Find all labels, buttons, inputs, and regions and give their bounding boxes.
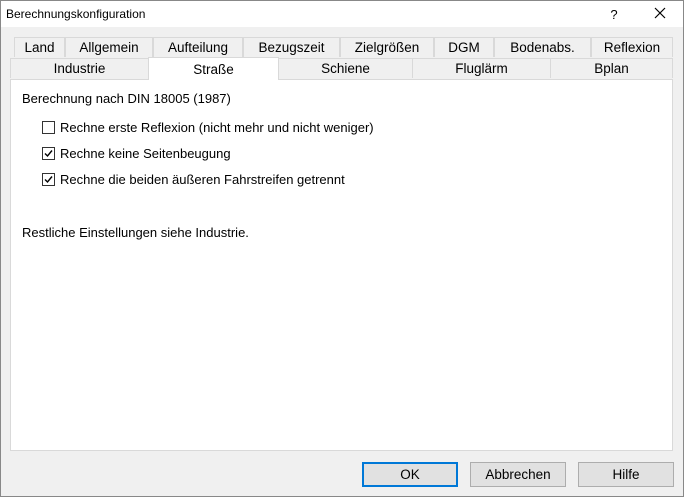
close-button[interactable] [637,1,683,27]
tab-schiene[interactable]: Schiene [278,58,413,78]
option-label: Rechne die beiden äußeren Fahrstreifen g… [60,171,345,187]
tab-reflexion[interactable]: Reflexion [591,37,673,57]
option-label: Rechne erste Reflexion (nicht mehr und n… [60,119,374,135]
help-title-button[interactable]: ? [591,1,637,27]
tab-bodenabs[interactable]: Bodenabs. [494,37,591,57]
ok-button[interactable]: OK [362,462,458,487]
option-fahrstreifen-getrennt[interactable]: Rechne die beiden äußeren Fahrstreifen g… [42,171,345,187]
option-label: Rechne keine Seitenbeugung [60,145,231,161]
help-label: ? [610,6,618,22]
checkbox-checked[interactable] [42,172,55,186]
title-bar: Berechnungskonfiguration ? [1,1,683,27]
checkbox-unchecked[interactable] [42,120,55,134]
tab-strasse[interactable]: Straße [148,57,279,80]
tab-panel-strasse: Berechnung nach DIN 18005 (1987) Rechne … [10,79,673,451]
tab-allgemein[interactable]: Allgemein [65,37,153,57]
panel-note: Restliche Einstellungen siehe Industrie. [22,225,249,240]
tab-bezugszeit[interactable]: Bezugszeit [243,37,340,57]
checkmark-icon [44,149,53,157]
tab-industrie[interactable]: Industrie [10,58,149,78]
tab-zielgroessen[interactable]: Zielgrößen [340,37,434,57]
cancel-button[interactable]: Abbrechen [470,462,566,487]
tab-land[interactable]: Land [14,37,65,57]
window-title: Berechnungskonfiguration [6,7,146,21]
tab-fluglaerm[interactable]: Fluglärm [412,58,551,78]
tab-dgm[interactable]: DGM [434,37,494,57]
checkbox-checked[interactable] [42,146,55,160]
close-icon [654,7,666,22]
dialog-window: Berechnungskonfiguration ? Land Allgemei… [0,0,684,497]
option-keine-seitenbeugung[interactable]: Rechne keine Seitenbeugung [42,145,231,161]
option-erste-reflexion[interactable]: Rechne erste Reflexion (nicht mehr und n… [42,119,374,135]
checkmark-icon [44,175,53,183]
tab-aufteilung[interactable]: Aufteilung [153,37,243,57]
help-button[interactable]: Hilfe [578,462,674,487]
tab-bplan[interactable]: Bplan [550,58,673,78]
panel-heading: Berechnung nach DIN 18005 (1987) [22,91,231,106]
